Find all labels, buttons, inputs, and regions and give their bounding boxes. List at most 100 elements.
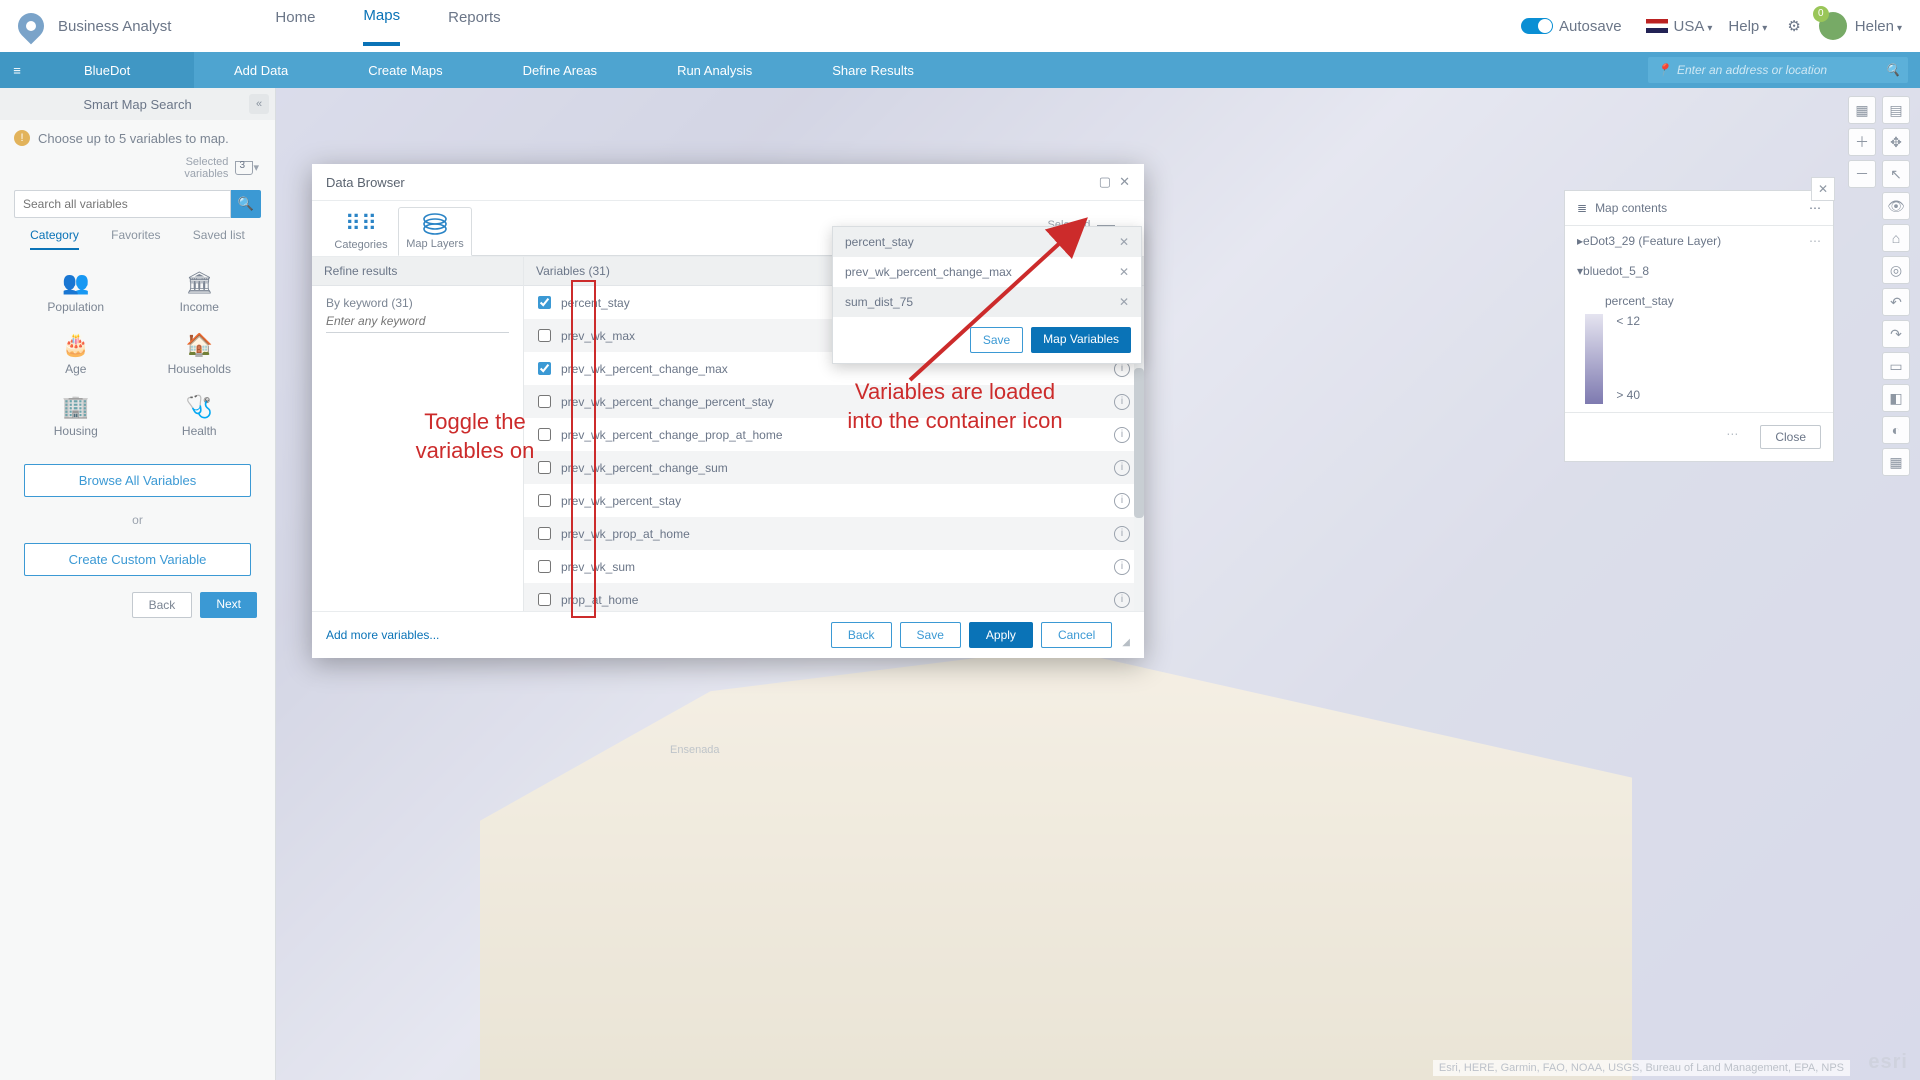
category-item[interactable]: 🏠Households: [138, 332, 262, 376]
locate-icon[interactable]: ◎: [1882, 256, 1910, 284]
tab-category[interactable]: Category: [30, 228, 79, 250]
category-item[interactable]: 👥Population: [14, 270, 138, 314]
autosave-toggle[interactable]: [1521, 18, 1553, 34]
pan-icon[interactable]: 👁: [1882, 192, 1910, 220]
selected-variables-indicator[interactable]: Selected variables ▾: [0, 156, 275, 186]
map-contents-close-icon[interactable]: ✕: [1811, 177, 1835, 201]
tool-b-icon[interactable]: ◧: [1882, 384, 1910, 412]
panel-back-button[interactable]: Back: [132, 592, 193, 618]
zoom-in-icon[interactable]: ＋: [1848, 128, 1876, 156]
category-item[interactable]: 🎂Age: [14, 332, 138, 376]
zoom-out-icon[interactable]: －: [1848, 160, 1876, 188]
add-more-link[interactable]: Add more variables...: [326, 628, 439, 642]
maximize-icon[interactable]: ▢: [1099, 174, 1111, 190]
map-contents-more-icon[interactable]: ⋯: [1809, 201, 1821, 215]
modal-save-button[interactable]: Save: [900, 622, 961, 648]
variable-checkbox[interactable]: [538, 593, 551, 606]
tab-saved-list[interactable]: Saved list: [193, 228, 245, 250]
info-icon[interactable]: i: [1114, 526, 1130, 542]
address-search[interactable]: 📍 Enter an address or location 🔍: [1648, 57, 1908, 83]
nav-reports[interactable]: Reports: [448, 9, 501, 44]
variable-checkbox[interactable]: [538, 395, 551, 408]
tool-c-icon[interactable]: ◐: [1882, 416, 1910, 444]
variable-row[interactable]: prev_wk_percent_change_sumi: [524, 451, 1144, 484]
nav-home[interactable]: Home: [275, 9, 315, 44]
layer-row[interactable]: ▸ eDot3_29 (Feature Layer)⋯: [1565, 226, 1833, 256]
category-item[interactable]: 🏛Income: [138, 270, 262, 314]
gear-icon[interactable]: ⚙: [1787, 17, 1800, 35]
close-icon[interactable]: ✕: [1119, 174, 1130, 190]
tab-favorites[interactable]: Favorites: [111, 228, 160, 250]
region-dropdown[interactable]: USA: [1674, 18, 1713, 35]
variable-checkbox[interactable]: [538, 428, 551, 441]
remove-icon[interactable]: ✕: [1119, 265, 1129, 279]
ribbon-define-areas[interactable]: Define Areas: [483, 63, 637, 78]
category-item[interactable]: 🏢Housing: [14, 394, 138, 438]
keyword-input[interactable]: [326, 310, 509, 333]
modal-cancel-button[interactable]: Cancel: [1041, 622, 1112, 648]
nav-maps[interactable]: Maps: [363, 7, 400, 46]
variable-checkbox[interactable]: [538, 296, 551, 309]
variable-row[interactable]: prev_wk_percent_change_prop_at_homei: [524, 418, 1144, 451]
popover-map-button[interactable]: Map Variables: [1031, 327, 1131, 353]
ribbon-share-results[interactable]: Share Results: [792, 63, 954, 78]
map-contents-more-icon[interactable]: ⋯: [1716, 413, 1748, 455]
modal-back-button[interactable]: Back: [831, 622, 892, 648]
user-menu[interactable]: Helen: [1855, 18, 1902, 35]
tab-categories[interactable]: ⠿⠿ Categories: [324, 209, 398, 256]
remove-icon[interactable]: ✕: [1119, 295, 1129, 309]
app-header: Business Analyst Home Maps Reports Autos…: [0, 0, 1920, 52]
info-icon[interactable]: i: [1114, 493, 1130, 509]
ribbon-run-analysis[interactable]: Run Analysis: [637, 63, 792, 78]
panel-next-button[interactable]: Next: [200, 592, 257, 618]
resize-handle-icon[interactable]: ◢: [1122, 637, 1130, 648]
variable-checkbox[interactable]: [538, 362, 551, 375]
variable-row[interactable]: prev_wk_sumi: [524, 550, 1144, 583]
info-icon[interactable]: i: [1114, 559, 1130, 575]
tool-a-icon[interactable]: ▭: [1882, 352, 1910, 380]
variable-row[interactable]: prev_wk_prop_at_homei: [524, 517, 1144, 550]
layer-more-icon[interactable]: ⋯: [1809, 234, 1821, 248]
info-icon[interactable]: i: [1114, 394, 1130, 410]
variable-search-button[interactable]: 🔍: [231, 190, 261, 218]
pointer-icon[interactable]: ↖: [1882, 160, 1910, 188]
info-icon[interactable]: i: [1114, 460, 1130, 476]
category-item[interactable]: 🩺Health: [138, 394, 262, 438]
variable-checkbox[interactable]: [538, 329, 551, 342]
ribbon-add-data[interactable]: Add Data: [194, 63, 328, 78]
home-icon[interactable]: ⌂: [1882, 224, 1910, 252]
variable-checkbox[interactable]: [538, 494, 551, 507]
move-icon[interactable]: ✥: [1882, 128, 1910, 156]
undo-icon[interactable]: ↶: [1882, 288, 1910, 316]
variable-checkbox[interactable]: [538, 527, 551, 540]
help-dropdown[interactable]: Help: [1728, 18, 1767, 35]
tab-map-layers[interactable]: Map Layers: [398, 207, 472, 256]
scrollbar-thumb[interactable]: [1134, 368, 1144, 518]
browse-all-button[interactable]: Browse All Variables: [24, 464, 251, 497]
info-icon[interactable]: i: [1114, 427, 1130, 443]
variable-search-input[interactable]: [14, 190, 231, 218]
modal-apply-button[interactable]: Apply: [969, 622, 1033, 648]
popover-save-button[interactable]: Save: [970, 327, 1023, 353]
variable-name: prev_wk_max: [561, 329, 635, 343]
tool-d-icon[interactable]: ▦: [1882, 448, 1910, 476]
info-icon[interactable]: i: [1114, 592, 1130, 608]
project-title[interactable]: BlueDot: [34, 52, 194, 88]
remove-icon[interactable]: ✕: [1119, 235, 1129, 249]
variable-row[interactable]: prev_wk_percent_stayi: [524, 484, 1144, 517]
search-icon[interactable]: 🔍: [1885, 63, 1900, 77]
map-contents-close-button[interactable]: Close: [1760, 425, 1821, 449]
basemap-icon[interactable]: ▦: [1848, 96, 1876, 124]
user-avatar[interactable]: [1819, 12, 1847, 40]
create-custom-button[interactable]: Create Custom Variable: [24, 543, 251, 576]
collapse-panel-icon[interactable]: «: [249, 94, 269, 114]
ribbon-create-maps[interactable]: Create Maps: [328, 63, 482, 78]
layer-row[interactable]: ▾ bluedot_5_8: [1565, 256, 1833, 286]
redo-icon[interactable]: ↷: [1882, 320, 1910, 348]
variable-row[interactable]: prev_wk_percent_change_percent_stayi: [524, 385, 1144, 418]
hamburger-icon[interactable]: ≡: [0, 52, 34, 88]
variable-checkbox[interactable]: [538, 461, 551, 474]
variable-checkbox[interactable]: [538, 560, 551, 573]
layers-icon[interactable]: ▤: [1882, 96, 1910, 124]
variable-row[interactable]: prop_at_homei: [524, 583, 1144, 611]
